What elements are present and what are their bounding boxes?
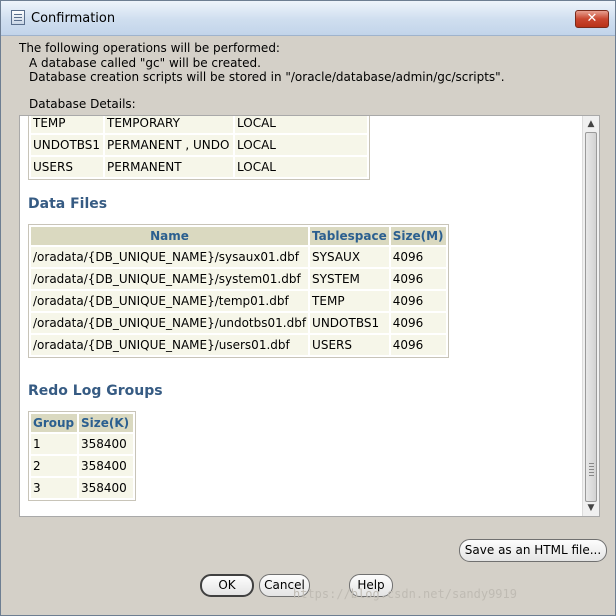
column-header: Size(M) [390, 227, 446, 245]
column-header: Tablespace [310, 227, 389, 245]
table-cell: SYSTEM [310, 269, 389, 289]
table-cell: UNDOTBS1 [310, 313, 389, 333]
database-details-label: Database Details: [29, 97, 136, 111]
table-row: /oradata/{DB_UNIQUE_NAME}/sysaux01.dbf SY… [31, 247, 446, 267]
table-cell: 4096 [390, 335, 446, 355]
table-row: 2 358400 [31, 456, 133, 476]
close-button[interactable]: ✕ [575, 10, 609, 28]
watermark: https://blog.csdn.net/sandy9919 [293, 587, 517, 601]
ok-button[interactable]: OK [200, 574, 254, 597]
column-header: Group [31, 414, 77, 432]
column-header: Name [31, 227, 309, 245]
table-row: 1 358400 [31, 434, 133, 454]
table-cell: PERMANENT , UNDO [105, 135, 233, 155]
intro-line: The following operations will be perform… [19, 41, 280, 55]
table-cell: USERS [31, 157, 103, 177]
table-row: /oradata/{DB_UNIQUE_NAME}/temp01.dbf TEMP… [31, 291, 446, 311]
scrollbar-thumb[interactable] [585, 132, 597, 502]
table-cell: 1 [31, 434, 77, 454]
scroll-down-arrow-icon[interactable]: ▼ [586, 503, 596, 513]
table-cell: /oradata/{DB_UNIQUE_NAME}/undotbs01.dbf [31, 313, 309, 333]
table-cell: LOCAL [235, 116, 367, 133]
intro-text: The following operations will be perform… [19, 41, 505, 85]
table-cell: TEMPORARY [105, 116, 233, 133]
title-bar[interactable]: Confirmation ✕ [1, 1, 615, 36]
intro-line: Database creation scripts will be stored… [29, 70, 505, 84]
table-row: /oradata/{DB_UNIQUE_NAME}/undotbs01.dbf U… [31, 313, 446, 333]
table-cell: 4096 [390, 313, 446, 333]
table-cell: UNDOTBS1 [31, 135, 103, 155]
table-cell: /oradata/{DB_UNIQUE_NAME}/temp01.dbf [31, 291, 309, 311]
table-cell: 358400 [79, 434, 133, 454]
vertical-scrollbar[interactable]: ▲ ▼ [582, 116, 599, 516]
data-files-table: Name Tablespace Size(M) /oradata/{DB_UNIQU… [28, 224, 449, 358]
app-icon [11, 10, 25, 25]
table-cell: SYSAUX [310, 247, 389, 267]
redo-log-table: Group Size(K) 1 358400 2 358400 3 358400 [28, 411, 136, 501]
column-header: Size(K) [79, 414, 133, 432]
table-cell: 358400 [79, 456, 133, 476]
table-row: UNDOTBS1 PERMANENT , UNDO LOCAL [31, 135, 367, 155]
table-row: /oradata/{DB_UNIQUE_NAME}/system01.dbf SY… [31, 269, 446, 289]
table-cell: 2 [31, 456, 77, 476]
data-files-title: Data Files [28, 196, 108, 212]
table-cell: LOCAL [235, 135, 367, 155]
table-row: 3 358400 [31, 478, 133, 498]
confirmation-dialog: Confirmation ✕ The following operations … [0, 0, 616, 616]
intro-line: A database called "gc" will be created. [29, 55, 261, 70]
table-row: TEMP TEMPORARY LOCAL [31, 116, 367, 133]
scroll-up-arrow-icon[interactable]: ▲ [586, 119, 596, 129]
table-row: USERS PERMANENT LOCAL [31, 157, 367, 177]
table-cell: 3 [31, 478, 77, 498]
window-title: Confirmation [31, 11, 116, 26]
scrollbar-grip-icon [589, 463, 594, 477]
table-cell: TEMP [310, 291, 389, 311]
save-as-html-button[interactable]: Save as an HTML file... [459, 539, 607, 562]
table-cell: 4096 [390, 269, 446, 289]
table-cell: /oradata/{DB_UNIQUE_NAME}/sysaux01.dbf [31, 247, 309, 267]
table-row: /oradata/{DB_UNIQUE_NAME}/users01.dbf USE… [31, 335, 446, 355]
table-cell: TEMP [31, 116, 103, 133]
table-cell: 4096 [390, 247, 446, 267]
table-cell: USERS [310, 335, 389, 355]
table-cell: 358400 [79, 478, 133, 498]
table-cell: 4096 [390, 291, 446, 311]
tablespaces-table: TEMP TEMPORARY LOCAL UNDOTBS1 PERMANENT , UN… [28, 116, 370, 180]
details-scroll-pane[interactable]: TEMP TEMPORARY LOCAL UNDOTBS1 PERMANENT , UN… [19, 115, 600, 517]
redo-log-groups-title: Redo Log Groups [28, 383, 163, 399]
table-cell: PERMANENT [105, 157, 233, 177]
table-cell: /oradata/{DB_UNIQUE_NAME}/system01.dbf [31, 269, 309, 289]
table-cell: LOCAL [235, 157, 367, 177]
table-cell: /oradata/{DB_UNIQUE_NAME}/users01.dbf [31, 335, 309, 355]
